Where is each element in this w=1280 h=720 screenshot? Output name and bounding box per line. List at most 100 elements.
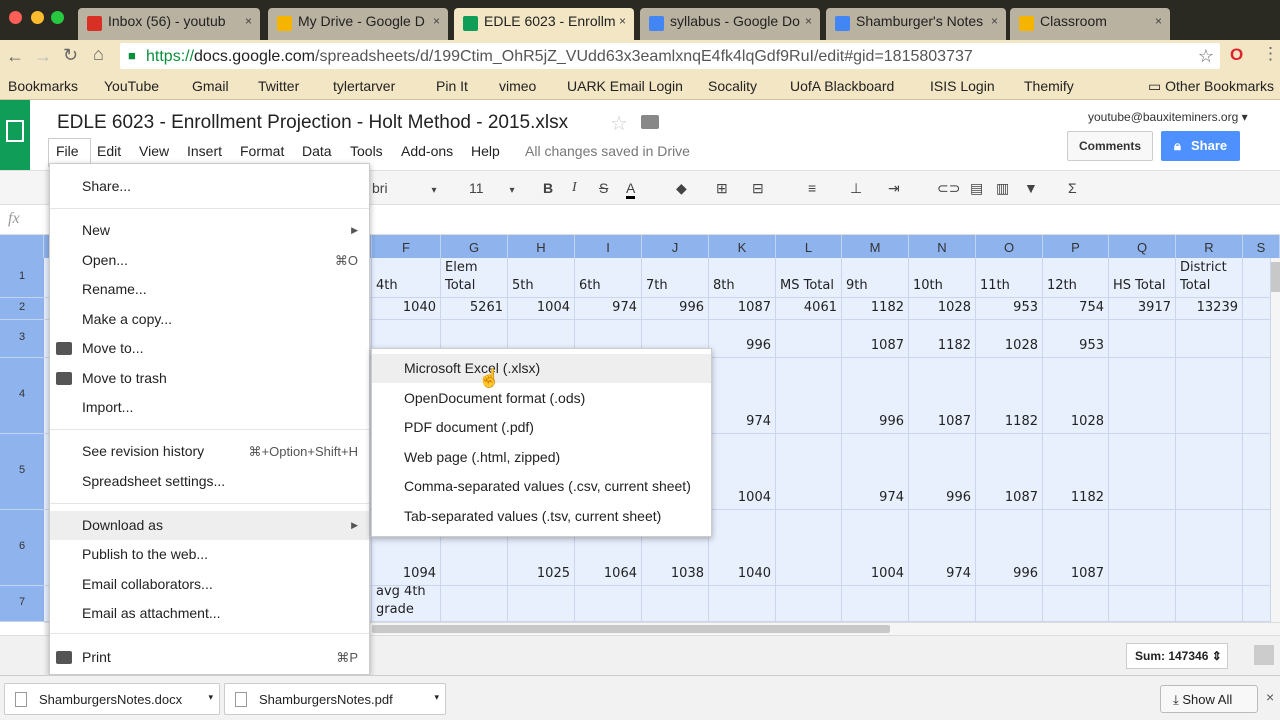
menu-insert[interactable]: Insert	[187, 143, 222, 159]
bookmark-item[interactable]: Gmail	[192, 78, 229, 94]
share-button[interactable]: 🔒︎ Share	[1161, 131, 1240, 161]
download-item[interactable]: ShamburgersNotes.docx ▾	[4, 683, 220, 715]
chart-icon[interactable]: ▥	[996, 180, 1009, 197]
cell[interactable]: 9th	[842, 258, 909, 298]
comments-button[interactable]: Comments	[1067, 131, 1153, 161]
column-header[interactable]: L	[776, 235, 842, 258]
file-menu-item[interactable]: See revision history ⌘+Option+Shift+H	[50, 437, 369, 466]
strikethrough-icon[interactable]: S	[599, 180, 608, 196]
download-format-item[interactable]: PDF document (.pdf)	[372, 413, 711, 442]
file-menu-item[interactable]: New ▶	[50, 216, 369, 245]
functions-icon[interactable]: Σ	[1068, 180, 1077, 196]
vscroll-thumb[interactable]	[1271, 262, 1280, 292]
merge-icon[interactable]: ⊟	[752, 180, 764, 197]
cell[interactable]	[1176, 358, 1243, 434]
column-header[interactable]: M	[842, 235, 909, 258]
cell[interactable]: 1040	[372, 298, 441, 320]
cell[interactable]: avg 4th grade	[372, 586, 441, 622]
cell[interactable]: 13239	[1176, 298, 1243, 320]
row-header[interactable]: 2	[0, 298, 44, 320]
bookmark-item[interactable]: ISIS Login	[930, 78, 995, 94]
cell[interactable]	[642, 586, 709, 622]
bookmark-item[interactable]: tylertarver	[333, 78, 395, 94]
column-header[interactable]: P	[1043, 235, 1109, 258]
cell[interactable]	[842, 586, 909, 622]
cell[interactable]	[1243, 586, 1271, 622]
link-icon[interactable]: ⊂⊃	[937, 180, 960, 197]
cell[interactable]: 1182	[842, 298, 909, 320]
cell[interactable]: 1028	[1043, 358, 1109, 434]
explore-icon[interactable]	[1254, 645, 1274, 665]
column-header[interactable]: I	[575, 235, 642, 258]
bookmark-item[interactable]: UARK Email Login	[567, 78, 683, 94]
cell[interactable]: 1087	[976, 434, 1043, 510]
cell[interactable]	[1243, 258, 1271, 298]
cell[interactable]: 1004	[508, 298, 575, 320]
cell[interactable]	[1109, 586, 1176, 622]
cell[interactable]: 996	[909, 434, 976, 510]
cell[interactable]: 8th	[709, 258, 776, 298]
text-color-icon[interactable]: A	[626, 180, 636, 199]
filter-icon[interactable]: ▼	[1024, 180, 1038, 196]
bold-icon[interactable]: B	[543, 180, 553, 196]
cell[interactable]: 754	[1043, 298, 1109, 320]
folder-icon[interactable]	[641, 115, 659, 129]
row-header[interactable]: 5	[0, 434, 44, 510]
download-format-item[interactable]: Web page (.html, zipped)	[372, 443, 711, 472]
cell[interactable]: 974	[909, 510, 976, 586]
cell[interactable]: 1004	[842, 510, 909, 586]
cell[interactable]: 1087	[709, 298, 776, 320]
home-icon[interactable]: ⌂	[93, 44, 104, 65]
cell[interactable]: 5261	[441, 298, 508, 320]
close-window-button[interactable]	[9, 11, 22, 24]
bookmark-item[interactable]: Bookmarks	[8, 78, 78, 94]
row-header[interactable]: 3	[0, 320, 44, 358]
file-menu-item[interactable]: Download as ▶	[50, 511, 369, 540]
cell[interactable]	[575, 586, 642, 622]
file-menu-item[interactable]: Publish to the web...	[50, 540, 369, 569]
download-options-icon[interactable]: ▾	[434, 692, 439, 703]
menu-data[interactable]: Data	[302, 143, 332, 159]
column-header[interactable]: N	[909, 235, 976, 258]
menu-icon[interactable]: ⋮	[1262, 44, 1279, 64]
sheets-logo-icon[interactable]	[0, 100, 30, 170]
menu-file[interactable]: File	[56, 143, 79, 159]
back-icon[interactable]: ←	[6, 46, 24, 67]
sum-indicator[interactable]: Sum: 147346 ⇕	[1126, 643, 1228, 669]
cell[interactable]: 974	[842, 434, 909, 510]
column-header[interactable]: S	[1243, 235, 1280, 258]
bookmark-item[interactable]: Twitter	[258, 78, 299, 94]
cell[interactable]: 1182	[909, 320, 976, 358]
cell[interactable]	[441, 586, 508, 622]
cell[interactable]	[1109, 358, 1176, 434]
browser-tab[interactable]: Inbox (56) - youtub ×	[78, 8, 260, 40]
download-item[interactable]: ShamburgersNotes.pdf ▾	[224, 683, 446, 715]
bookmark-item[interactable]: Pin It	[436, 78, 468, 94]
valign-icon[interactable]: ⊥	[850, 180, 862, 197]
cell[interactable]: 1087	[1043, 510, 1109, 586]
cell[interactable]: 1028	[909, 298, 976, 320]
column-header[interactable]: O	[976, 235, 1043, 258]
column-header[interactable]: H	[508, 235, 575, 258]
browser-tab[interactable]: My Drive - Google D ×	[268, 8, 448, 40]
column-header[interactable]: Q	[1109, 235, 1176, 258]
browser-tab[interactable]: Classroom ×	[1010, 8, 1170, 40]
borders-icon[interactable]: ⊞	[716, 180, 728, 197]
cell[interactable]: 996	[842, 358, 909, 434]
font-select[interactable]: bri ▾	[372, 180, 436, 196]
browser-tab[interactable]: EDLE 6023 - Enrollm ×	[454, 8, 634, 40]
cell[interactable]	[1043, 586, 1109, 622]
bookmark-item[interactable]: UofA Blackboard	[790, 78, 894, 94]
browser-tab[interactable]: Shamburger's Notes ×	[826, 8, 1006, 40]
forward-icon[interactable]: →	[34, 46, 52, 67]
tab-close-icon[interactable]: ×	[805, 14, 812, 28]
fill-color-icon[interactable]: ◆	[676, 180, 687, 197]
cell[interactable]	[909, 586, 976, 622]
cell[interactable]	[776, 586, 842, 622]
file-menu-item[interactable]: Share...	[50, 172, 369, 201]
cell[interactable]	[1109, 320, 1176, 358]
file-menu-item[interactable]: Make a copy...	[50, 305, 369, 334]
corner[interactable]	[0, 235, 44, 258]
menu-tools[interactable]: Tools	[350, 143, 383, 159]
cell[interactable]: MS Total	[776, 258, 842, 298]
